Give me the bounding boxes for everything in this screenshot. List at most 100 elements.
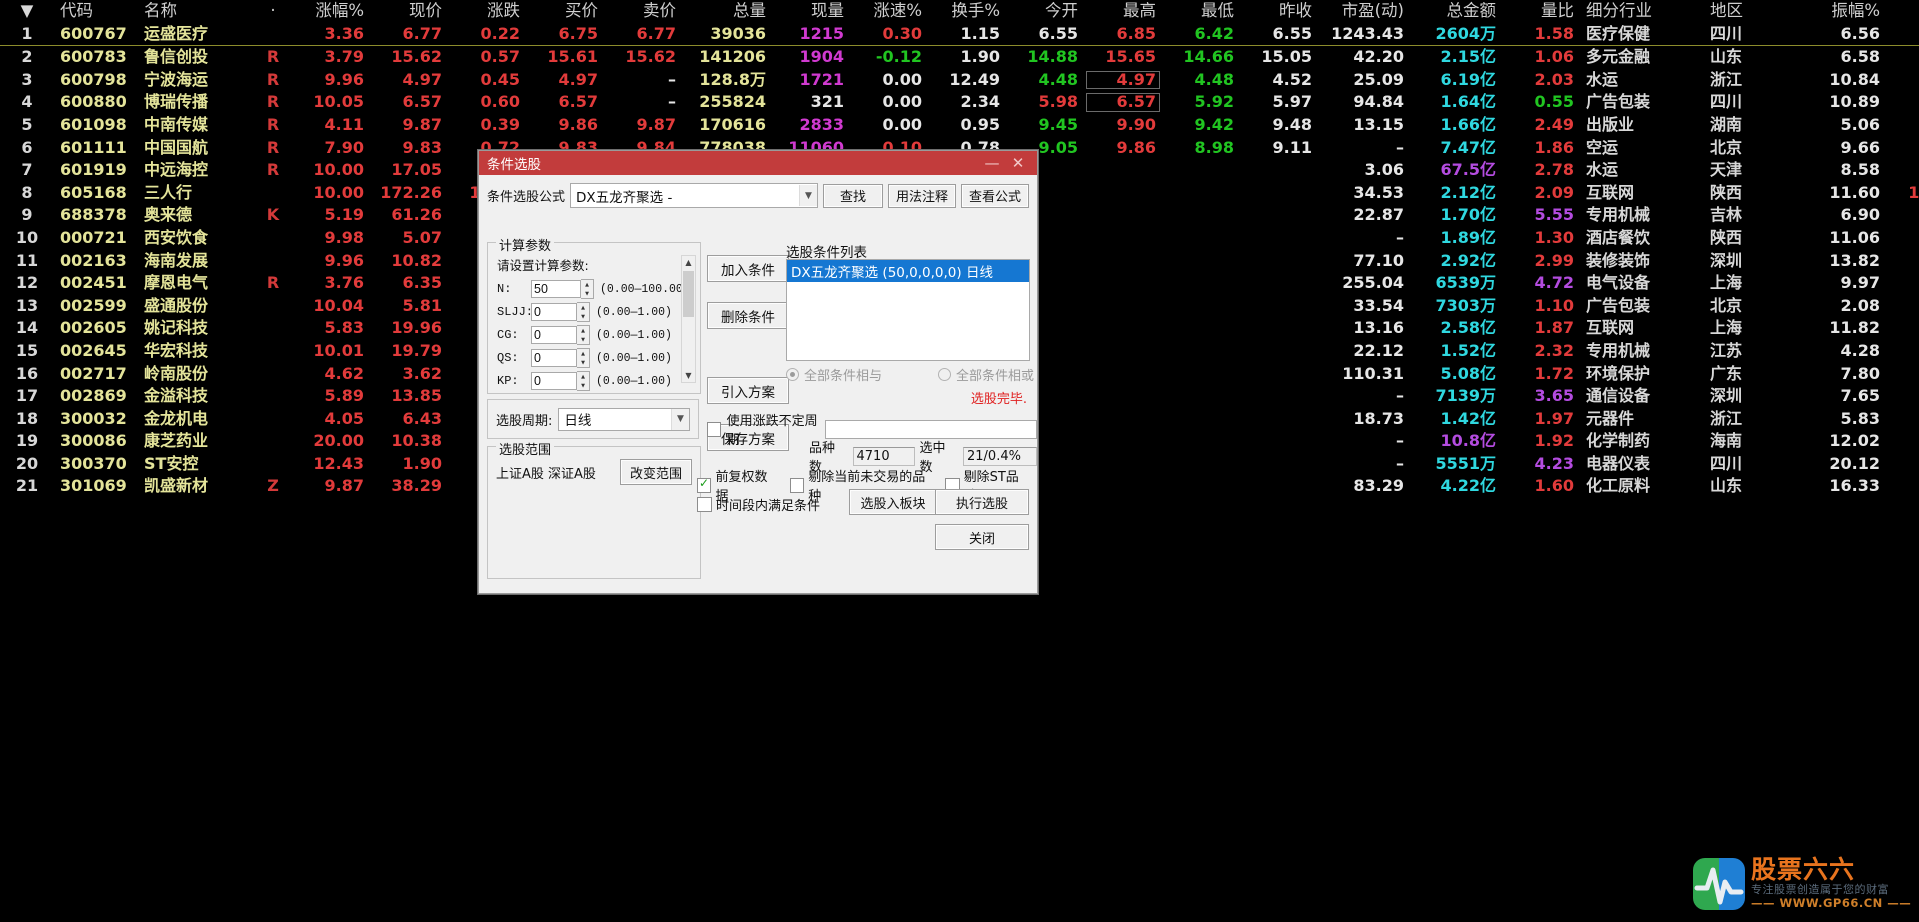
cell-low	[1162, 453, 1240, 476]
header-volume-ratio[interactable]: 量比	[1502, 0, 1580, 23]
header-amplitude[interactable]: 振幅%	[1796, 0, 1886, 23]
header-delta[interactable]: 涨跌	[448, 0, 526, 23]
stepper-down-icon[interactable]: ▼	[577, 312, 589, 321]
execute-pick-button[interactable]: 执行选股	[935, 489, 1029, 515]
exclude-untraded-checkbox[interactable]	[789, 477, 805, 493]
stepper-down-icon[interactable]: ▼	[577, 335, 589, 344]
delete-condition-button[interactable]: 删除条件	[707, 302, 789, 329]
header-high[interactable]: 最高	[1084, 0, 1162, 23]
chevron-down-icon[interactable]: ▼	[671, 408, 689, 430]
condition-stock-picker-dialog[interactable]: 条件选股 — ✕ 条件选股公式 DX五龙齐聚选 - ▼ 查找 用法注释 查看公式…	[478, 150, 1038, 594]
header-sort-icon[interactable]: ▼	[0, 0, 54, 23]
header-change-pct[interactable]: 涨幅%	[292, 0, 370, 23]
param-stepper[interactable]: ▲ ▼	[577, 348, 590, 368]
cell-amp: 11.06	[1829, 227, 1880, 247]
view-formula-button[interactable]: 查看公式	[960, 183, 1029, 208]
header-region[interactable]: 地区	[1704, 0, 1796, 23]
param-stepper[interactable]: ▲ ▼	[581, 279, 594, 299]
cell-avg: 9.73	[1886, 114, 1919, 137]
header-speed[interactable]: 涨速%	[850, 0, 928, 23]
param-input[interactable]	[531, 349, 577, 367]
dialog-body: 条件选股公式 DX五龙齐聚选 - ▼ 查找 用法注释 查看公式 计算参数 请设置…	[479, 175, 1037, 585]
stepper-up-icon[interactable]: ▲	[577, 372, 589, 381]
header-prev-close[interactable]: 昨收	[1240, 0, 1318, 23]
cell-idx: 18	[15, 408, 39, 428]
condition-list-item[interactable]: DX五龙齐聚选 (50,0,0,0,0) 日线	[787, 260, 1029, 282]
header-low[interactable]: 最低	[1162, 0, 1240, 23]
table-row[interactable]: 2 600783 鲁信创投 R 3.79 15.62 0.57 15.61 15.62 14120…	[0, 46, 1919, 69]
close-button[interactable]: 关闭	[935, 524, 1029, 550]
condition-list[interactable]: DX五龙齐聚选 (50,0,0,0,0) 日线	[786, 259, 1030, 361]
param-input[interactable]	[531, 372, 577, 390]
header-bid[interactable]: 买价	[526, 0, 604, 23]
import-plan-button[interactable]: 引入方案	[707, 377, 789, 404]
header-code[interactable]: 代码	[54, 0, 138, 23]
header-industry[interactable]: 细分行业	[1580, 0, 1704, 23]
table-row[interactable]: 3 600798 宁波海运 R 9.96 4.97 0.45 4.97 – 128.8万 1721 0…	[0, 69, 1919, 92]
param-spinner[interactable]: ▲▼	[531, 279, 594, 299]
header-volume[interactable]: 总量	[682, 0, 772, 23]
stepper-up-icon[interactable]: ▲	[577, 303, 589, 312]
usage-notes-button[interactable]: 用法注释	[887, 183, 956, 208]
header-turnover[interactable]: 换手%	[928, 0, 1006, 23]
fwd-adjust-checkbox[interactable]	[697, 476, 712, 493]
period-combobox[interactable]: 日线 ▼	[558, 407, 690, 431]
radio-or-icon[interactable]	[937, 368, 951, 381]
radio-all-and[interactable]: 全部条件相与	[786, 365, 882, 384]
variable-period-checkbox[interactable]	[707, 421, 721, 437]
cell-price: 13.85	[391, 386, 442, 406]
stepper-up-icon[interactable]: ▲	[577, 349, 589, 358]
header-ask[interactable]: 卖价	[604, 0, 682, 23]
param-stepper[interactable]: ▲ ▼	[577, 302, 590, 322]
cell-pe: 33.54	[1353, 295, 1404, 315]
param-spinner[interactable]: ▲▼	[531, 348, 590, 368]
param-input[interactable]	[531, 326, 577, 344]
param-stepper[interactable]: ▲ ▼	[577, 371, 590, 391]
stepper-up-icon[interactable]: ▲	[581, 280, 593, 289]
cell-code: 600798	[60, 69, 127, 89]
variable-period-input[interactable]	[825, 419, 1037, 439]
radio-all-or[interactable]: 全部条件相或	[937, 365, 1034, 384]
header-row[interactable]: ▼ 代码 名称 · 涨幅% 现价 涨跌 买价 卖价 总量 现量 涨速% 换手% …	[0, 0, 1919, 23]
param-input[interactable]	[531, 280, 581, 298]
header-amount[interactable]: 总金额	[1410, 0, 1502, 23]
header-current-volume[interactable]: 现量	[772, 0, 850, 23]
scroll-up-icon[interactable]: ▲	[682, 256, 695, 269]
scroll-down-icon[interactable]: ▼	[682, 369, 695, 382]
param-spinner[interactable]: ▲▼	[531, 302, 590, 322]
table-row[interactable]: 1 600767 运盛医疗 3.36 6.77 0.22 6.75 6.77 39036 1215…	[0, 22, 1919, 47]
params-scrollbar[interactable]: ▲ ▼	[681, 255, 696, 383]
minimize-icon[interactable]: —	[979, 152, 1005, 174]
header-name[interactable]: 名称	[138, 0, 254, 23]
add-condition-button[interactable]: 加入条件	[707, 255, 789, 282]
stepper-down-icon[interactable]: ▼	[581, 289, 593, 298]
scroll-thumb[interactable]	[683, 271, 694, 317]
pick-into-block-button[interactable]: 选股入板块	[849, 489, 937, 515]
cell-idx: 21	[15, 476, 39, 496]
param-spinner[interactable]: ▲▼	[531, 325, 590, 345]
cell-flag	[254, 430, 292, 453]
cell-delta: 0.57	[480, 47, 520, 67]
table-row[interactable]: 5 601098 中南传媒 R 4.11 9.87 0.39 9.86 9.87 170616 28…	[0, 114, 1919, 137]
stepper-up-icon[interactable]: ▲	[577, 326, 589, 335]
param-input[interactable]	[531, 303, 577, 321]
stepper-down-icon[interactable]: ▼	[577, 358, 589, 367]
table-row[interactable]: 4 600880 博瑞传播 R 10.05 6.57 0.60 6.57 – 255824 321 0…	[0, 91, 1919, 114]
close-icon[interactable]: ✕	[1005, 152, 1031, 174]
header-open[interactable]: 今开	[1006, 0, 1084, 23]
header-price[interactable]: 现价	[370, 0, 448, 23]
cell-code: 002869	[60, 386, 127, 406]
header-pe[interactable]: 市盈(动)	[1318, 0, 1410, 23]
header-avg-price[interactable]: 均价 ?	[1886, 0, 1919, 23]
stepper-down-icon[interactable]: ▼	[577, 381, 589, 390]
formula-combobox[interactable]: DX五龙齐聚选 - ▼	[570, 183, 818, 208]
find-button[interactable]: 查找	[822, 183, 883, 208]
param-stepper[interactable]: ▲ ▼	[577, 325, 590, 345]
chevron-down-icon[interactable]: ▼	[798, 185, 817, 206]
param-spinner[interactable]: ▲▼	[531, 371, 590, 391]
radio-and-icon[interactable]	[786, 368, 799, 381]
cell-industry: 装修装饰	[1586, 250, 1651, 270]
change-scope-button[interactable]: 改变范围	[619, 459, 692, 485]
time-range-checkbox[interactable]	[697, 497, 712, 512]
dialog-titlebar[interactable]: 条件选股 — ✕	[479, 151, 1037, 175]
